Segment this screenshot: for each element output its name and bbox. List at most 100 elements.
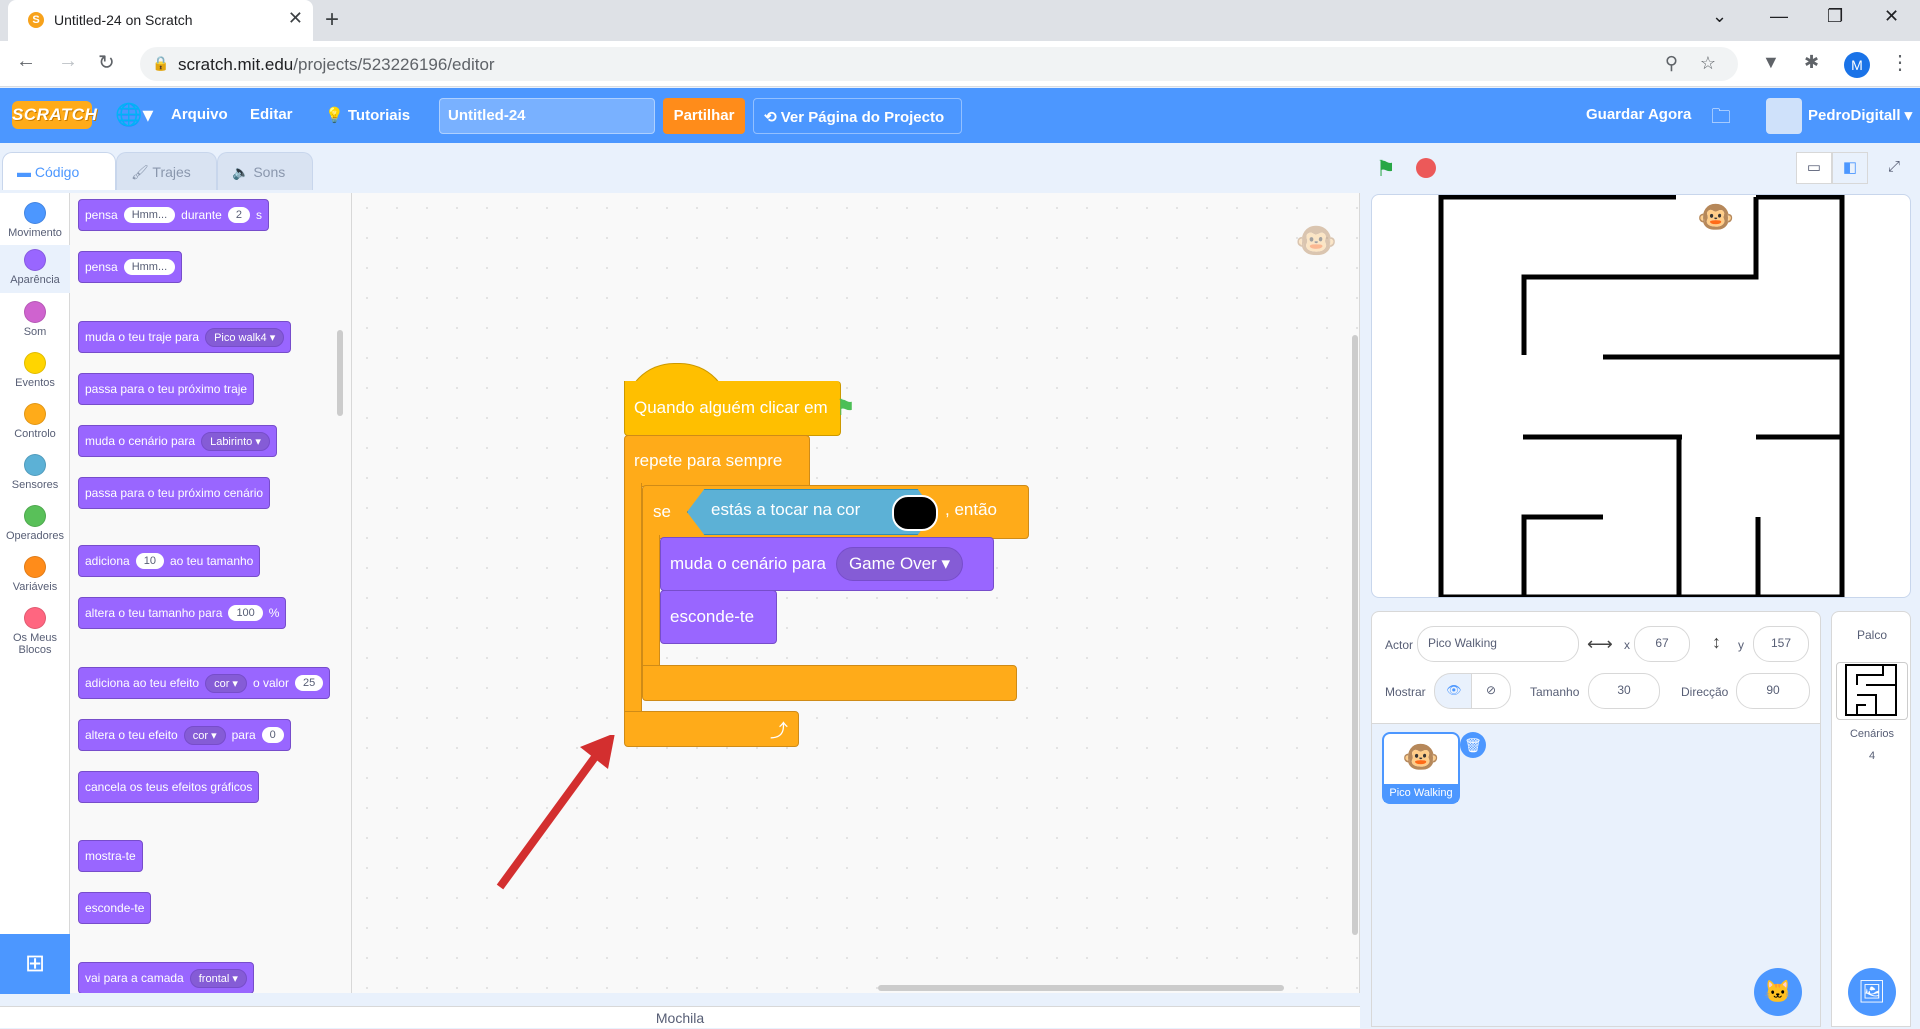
go-to-layer-block[interactable]: vai para a camada frontal ▾ (78, 962, 254, 993)
window-close-icon[interactable]: ✕ (1884, 6, 1899, 27)
x-input[interactable]: 67 (1634, 626, 1690, 662)
workspace-horizontal-scrollbar[interactable] (878, 985, 1284, 991)
effect-dropdown[interactable]: cor ▾ (205, 673, 247, 693)
switch-costume-block[interactable]: muda o teu traje para Pico walk4 ▾ (78, 321, 292, 353)
category-my-blocks[interactable]: Os Meus Blocos (0, 603, 70, 656)
back-icon[interactable]: ← (16, 50, 36, 73)
tab-sounds[interactable]: 🔈 Sons (217, 152, 313, 190)
set-size-block[interactable]: altera o teu tamanho para 100% (78, 597, 287, 629)
hide-script-block[interactable]: esconde-te (660, 590, 777, 644)
my-stuff-folder-icon[interactable]: 🗀 (1711, 102, 1731, 136)
account-menu[interactable]: PedroDigitall ▾ (1808, 106, 1912, 124)
fullscreen-button[interactable]: ⤢ (1876, 152, 1912, 184)
delete-sprite-icon[interactable]: 🗑 (1460, 732, 1486, 758)
hide-block[interactable]: esconde-te (78, 892, 152, 924)
category-sensing[interactable]: Sensores (0, 450, 70, 491)
backdrop-dropdown[interactable]: Labirinto ▾ (201, 431, 270, 451)
stage-selector[interactable]: Palco Cenários 4 (1831, 611, 1911, 1027)
backpack[interactable]: Mochila (0, 1006, 1360, 1028)
bookmark-star-icon[interactable]: ☆ (1700, 53, 1716, 74)
effect-input[interactable]: 0 (261, 727, 284, 743)
scratch-logo[interactable]: SCRATCH (12, 101, 97, 129)
change-effect-block[interactable]: adiciona ao teu efeito cor ▾ o valor 25 (78, 667, 331, 699)
show-hidden-button[interactable]: ⊘ (1471, 673, 1511, 709)
change-size-block[interactable]: adiciona 10 ao teu tamanho (78, 545, 261, 577)
workspace-vertical-scrollbar[interactable] (1352, 335, 1358, 935)
green-flag-button[interactable]: ⚑ (1376, 156, 1396, 182)
zoom-icon[interactable]: ⚲ (1665, 53, 1678, 74)
see-project-page-button[interactable]: ⟲ Ver Página do Projecto (753, 98, 962, 134)
forward-icon[interactable]: → (58, 50, 78, 73)
y-input[interactable]: 157 (1753, 626, 1809, 662)
layer-dropdown[interactable]: frontal ▾ (189, 968, 247, 988)
switch-backdrop-script-block[interactable]: muda o cenário para Game Over ▾ (660, 537, 994, 591)
show-visible-button[interactable]: 👁 (1434, 673, 1474, 709)
address-bar[interactable]: 🔒 scratch.mit.edu/projects/523226196/edi… (140, 47, 1738, 81)
new-tab-icon[interactable]: + (325, 6, 339, 34)
sprite-name-input[interactable]: Pico Walking (1417, 626, 1579, 662)
pico-sprite-icon[interactable]: 🐵 (1697, 200, 1734, 235)
tab-costumes[interactable]: 🖌 Trajes (116, 152, 217, 190)
effect-change-input[interactable]: 25 (294, 675, 324, 691)
puzzle-extensions-icon[interactable]: ✱ (1804, 52, 1819, 73)
stop-button[interactable] (1416, 158, 1436, 178)
switch-backdrop-block[interactable]: muda o cenário para Labirinto ▾ (78, 425, 277, 457)
browser-tab[interactable]: S Untitled-24 on Scratch ✕ (8, 0, 313, 41)
category-events[interactable]: Eventos (0, 348, 70, 389)
category-control[interactable]: Controlo (0, 399, 70, 440)
palette-scrollbar[interactable] (337, 330, 343, 416)
if-block[interactable]: se estás a tocar na cor , então (642, 485, 1029, 539)
effect-dropdown[interactable]: cor ▾ (183, 725, 226, 745)
think-text-input[interactable]: Hmm... (123, 207, 176, 223)
tab-code[interactable]: ▬ Código (2, 152, 116, 190)
color-swatch-input[interactable] (892, 495, 938, 531)
category-operators[interactable]: Operadores (0, 501, 70, 542)
direction-input[interactable]: 90 (1736, 673, 1810, 709)
profile-avatar[interactable]: M (1844, 52, 1870, 78)
extension-icon[interactable]: ▼ (1762, 52, 1780, 73)
set-effect-block[interactable]: altera o teu efeito cor ▾ para 0 (78, 719, 291, 751)
next-backdrop-block[interactable]: passa para o teu próximo cenário (78, 477, 271, 509)
browser-menu-icon[interactable]: ⋮ (1890, 50, 1910, 75)
next-costume-block[interactable]: passa para o teu próximo traje (78, 373, 255, 405)
think-secs-input[interactable]: 2 (227, 207, 250, 223)
file-menu[interactable]: Arquivo (171, 106, 228, 123)
restore-icon[interactable]: ❐ (1827, 6, 1843, 27)
category-motion[interactable]: Movimento (0, 198, 70, 239)
size-input[interactable]: 30 (1588, 673, 1660, 709)
save-now-button[interactable]: Guardar Agora (1586, 106, 1691, 123)
think-for-block[interactable]: pensa Hmm... durante 2 s (78, 199, 269, 231)
project-title-input[interactable]: Untitled-24 (439, 98, 655, 134)
close-tab-icon[interactable]: ✕ (288, 8, 303, 29)
stage[interactable]: 🐵 (1371, 194, 1911, 598)
think-text-input[interactable]: Hmm... (123, 259, 176, 275)
size-change-input[interactable]: 10 (135, 553, 164, 569)
think-block[interactable]: pensa Hmm... (78, 251, 183, 283)
add-backdrop-button[interactable]: 🖼 (1848, 968, 1896, 1016)
show-block[interactable]: mostra-te (78, 840, 143, 872)
share-button[interactable]: Partilhar (663, 98, 745, 134)
forever-block[interactable]: repete para sempre (624, 435, 810, 487)
backdrop-dropdown[interactable]: Game Over ▾ (835, 547, 964, 581)
clear-effects-block[interactable]: cancela os teus efeitos gráficos (78, 771, 260, 803)
size-input[interactable]: 100 (228, 605, 263, 621)
then-label: , então (945, 500, 997, 519)
tab-search-icon[interactable]: ⌄ (1712, 6, 1727, 27)
category-looks[interactable]: Aparência (0, 245, 70, 293)
when-flag-clicked-block[interactable]: Quando alguém clicar em ⚑ (624, 381, 855, 436)
minimize-icon[interactable]: — (1770, 6, 1788, 27)
normal-stage-button[interactable]: ◧ (1832, 152, 1868, 184)
edit-menu[interactable]: Editar (250, 106, 293, 123)
tutorials-button[interactable]: 💡 Tutoriais (325, 106, 410, 124)
sprite-tile[interactable]: 🐵 Pico Walking 🗑 (1382, 732, 1486, 804)
user-avatar[interactable] (1766, 98, 1802, 134)
language-globe-icon[interactable]: 🌐▾ (115, 102, 153, 128)
add-extension-button[interactable]: ⊞ (0, 934, 70, 994)
small-stage-button[interactable]: ▭ (1796, 152, 1832, 184)
backdrop-thumbnail[interactable] (1836, 662, 1908, 720)
category-sound[interactable]: Som (0, 297, 70, 338)
costume-dropdown[interactable]: Pico walk4 ▾ (205, 327, 285, 347)
reload-icon[interactable]: ↻ (98, 50, 115, 75)
add-sprite-button[interactable]: 🐱 (1754, 968, 1802, 1016)
category-variables[interactable]: Variáveis (0, 552, 70, 593)
